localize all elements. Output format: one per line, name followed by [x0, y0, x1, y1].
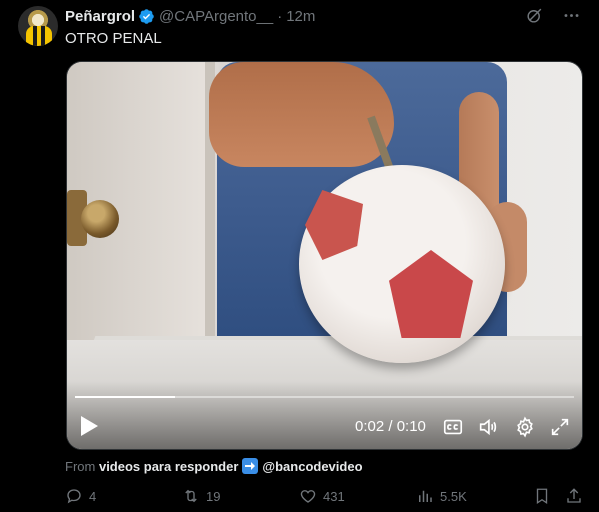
more-icon[interactable]: [562, 6, 581, 25]
heart-icon: [300, 490, 316, 503]
author-handle[interactable]: @CAPArgento__: [159, 8, 273, 25]
arrow-right-icon: [242, 458, 259, 474]
from-prefix: From: [65, 458, 96, 474]
verified-badge-icon: [139, 8, 154, 24]
reply-icon: [67, 489, 81, 504]
separator-dot: ·: [277, 7, 283, 25]
repost-count: 19: [206, 488, 221, 504]
captions-icon[interactable]: [442, 416, 464, 438]
analytics-icon: [419, 490, 432, 502]
tweet-time[interactable]: 12m: [286, 8, 315, 25]
video-timecode: 0:02 / 0:10: [355, 418, 426, 435]
video-progress-bar[interactable]: [75, 396, 574, 398]
tweet-text: OTRO PENAL: [65, 30, 162, 47]
play-icon[interactable]: [79, 415, 99, 437]
reply-button[interactable]: 4: [65, 487, 96, 505]
share-icon[interactable]: [565, 487, 583, 505]
repost-icon: [185, 489, 197, 503]
like-count: 431: [323, 488, 345, 504]
tweet-action-bar: 4 19 431 5.5K: [65, 486, 583, 506]
repost-button[interactable]: 19: [182, 487, 220, 505]
like-button[interactable]: 431: [299, 487, 345, 505]
from-source-link[interactable]: videos para responder: [99, 459, 238, 474]
from-handle-link[interactable]: @bancodevideo: [262, 459, 362, 474]
view-count: 5.5K: [440, 488, 467, 504]
grok-icon[interactable]: [525, 6, 544, 25]
video-controls: [67, 381, 582, 449]
video-player[interactable]: 0:02 / 0:10: [66, 61, 583, 450]
video-attribution: From videos para responder @bancodevideo: [65, 458, 363, 474]
video-progress-fill: [75, 396, 175, 398]
bookmark-icon[interactable]: [533, 487, 551, 505]
fullscreen-icon[interactable]: [549, 416, 571, 438]
author-avatar[interactable]: [18, 6, 58, 46]
tweet-header: Peñargrol @CAPArgento__ · 12m: [65, 7, 315, 25]
volume-icon[interactable]: [477, 416, 499, 438]
reply-count: 4: [89, 488, 97, 504]
views-button[interactable]: 5.5K: [416, 487, 467, 505]
author-name[interactable]: Peñargrol: [65, 8, 135, 25]
settings-gear-icon[interactable]: [514, 416, 536, 438]
tweet-top-actions: [525, 6, 581, 25]
